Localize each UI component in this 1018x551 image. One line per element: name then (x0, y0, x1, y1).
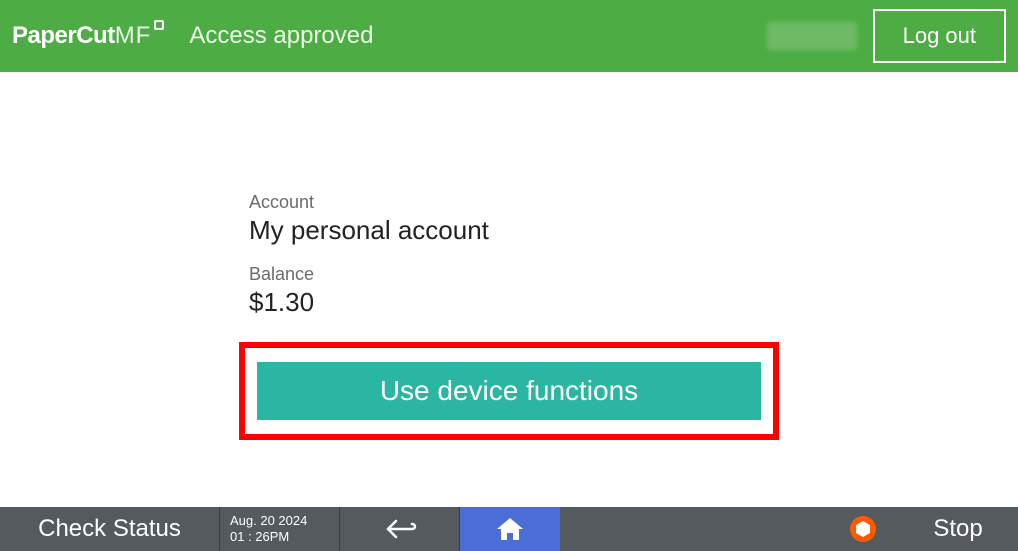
stop-button[interactable]: Stop (898, 507, 1018, 551)
logout-button[interactable]: Log out (873, 9, 1006, 63)
user-name-redacted (767, 22, 857, 50)
date-text: Aug. 20 2024 (230, 513, 339, 529)
back-arrow-icon (382, 518, 418, 540)
logo-text-light: MF (115, 22, 152, 50)
footer-spacer (560, 507, 828, 551)
home-icon (495, 516, 525, 542)
top-bar: PaperCut MF Access approved Log out (0, 0, 1018, 72)
account-info-block: Account My personal account Balance $1.3… (249, 192, 769, 336)
check-status-button[interactable]: Check Status (0, 507, 220, 551)
account-value: My personal account (249, 215, 769, 246)
home-button[interactable] (460, 507, 560, 551)
time-text: 01 : 26PM (230, 529, 339, 545)
access-status: Access approved (189, 22, 766, 50)
back-button[interactable] (340, 507, 460, 551)
use-device-functions-button[interactable]: Use device functions (257, 362, 761, 420)
balance-label: Balance (249, 264, 769, 285)
logo-text-strong: PaperCut (12, 22, 115, 50)
datetime-display: Aug. 20 2024 01 : 26PM (220, 507, 340, 551)
highlight-frame: Use device functions (239, 342, 779, 440)
logo-mark-icon (153, 19, 165, 31)
account-label: Account (249, 192, 769, 213)
bottom-bar: Check Status Aug. 20 2024 01 : 26PM Stop (0, 507, 1018, 551)
main-content: Account My personal account Balance $1.3… (0, 72, 1018, 507)
stop-circle-icon (849, 515, 877, 543)
balance-value: $1.30 (249, 287, 769, 318)
stop-icon-button[interactable] (828, 507, 898, 551)
papercut-logo: PaperCut MF (12, 22, 165, 50)
